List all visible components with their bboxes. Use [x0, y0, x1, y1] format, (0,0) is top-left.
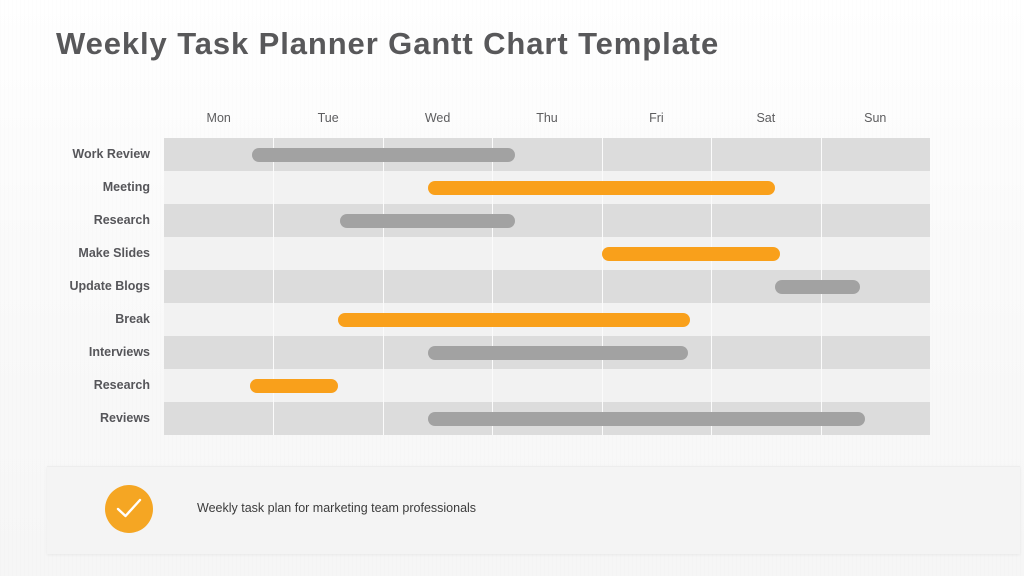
task-label: Research: [93, 378, 150, 392]
gantt-bar[interactable]: [340, 213, 516, 228]
task-label: Research: [93, 213, 150, 227]
task-label: Work Review: [72, 147, 150, 161]
gantt-plot-area: [164, 138, 930, 435]
day-header-sat: Sat: [756, 111, 776, 125]
gantt-row-band: [164, 204, 930, 237]
gantt-bar[interactable]: [427, 411, 866, 426]
gantt-bar[interactable]: [427, 180, 775, 195]
day-header-mon: Mon: [206, 111, 231, 125]
gantt-bar[interactable]: [427, 345, 689, 360]
gantt-bar[interactable]: [601, 246, 781, 261]
task-label: Break: [115, 312, 150, 326]
gantt-bar[interactable]: [251, 147, 516, 162]
day-header-fri: Fri: [649, 111, 664, 125]
caption-text: Weekly task plan for marketing team prof…: [197, 501, 477, 515]
caption-panel: Weekly task plan for marketing team prof…: [47, 466, 1020, 554]
day-header-thu: Thu: [536, 111, 558, 125]
day-header-wed: Wed: [424, 111, 451, 125]
task-label: Make Slides: [78, 246, 150, 260]
day-header-tue: Tue: [317, 111, 339, 125]
task-label: Reviews: [99, 411, 150, 425]
task-label: Meeting: [102, 180, 150, 194]
gantt-row-band: [164, 237, 930, 270]
gantt-bar[interactable]: [250, 378, 338, 393]
task-label: Update Blogs: [69, 279, 150, 293]
gantt-bar[interactable]: [774, 279, 860, 294]
page-title: Weekly Task Planner Gantt Chart Template: [56, 26, 720, 61]
task-label: Interviews: [88, 345, 150, 359]
gantt-bar[interactable]: [337, 312, 691, 327]
slide: Weekly Task Planner Gantt Chart Template…: [0, 0, 1024, 576]
task-label-column: Work Review Meeting Research Make Slides Upd…: [0, 138, 158, 435]
check-circle-icon: [105, 485, 153, 533]
day-header-sun: Sun: [864, 111, 887, 125]
day-header-row: Mon Tue Wed Thu Fri Sat Sun: [164, 107, 930, 129]
gridline: [382, 138, 384, 435]
